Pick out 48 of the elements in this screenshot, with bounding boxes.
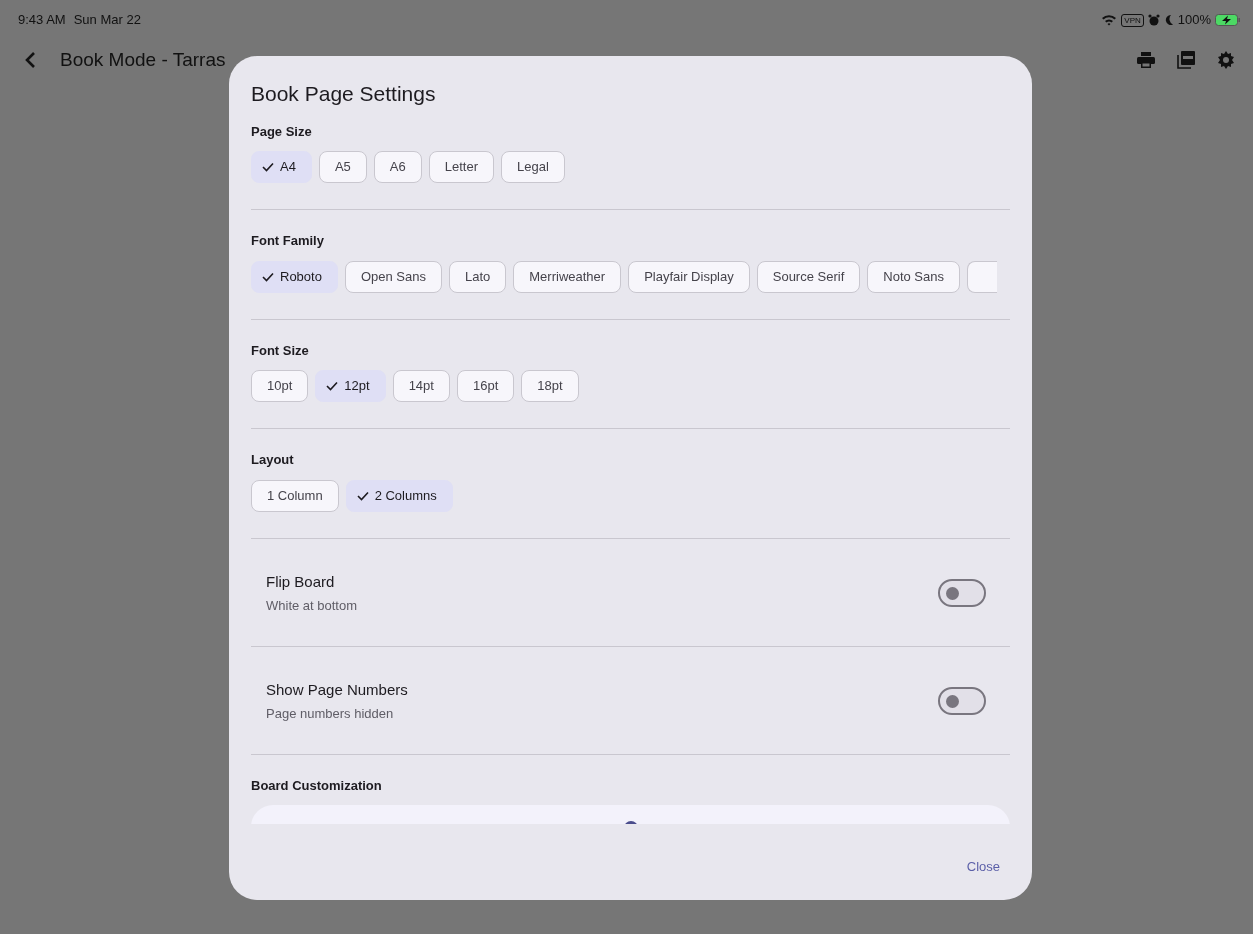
setting-label: Flip Board <box>266 571 336 592</box>
option-chip[interactable]: Noto Sans <box>867 260 960 293</box>
check-icon <box>262 162 274 172</box>
setting-subtitle: White at bottom <box>266 597 358 615</box>
battery-percent: 100% <box>1177 11 1211 30</box>
alarm-clock-icon <box>1147 14 1160 26</box>
section-heading: Page Size <box>251 122 313 141</box>
option-chip[interactable]: 1 Column <box>251 479 339 512</box>
section-heading: Board Customization <box>251 776 383 795</box>
option-chip[interactable]: Legal <box>500 151 565 183</box>
setting-label: Show Page Numbers <box>266 679 408 700</box>
pdf-file-icon[interactable] <box>1177 51 1195 69</box>
moon-icon <box>1163 14 1174 26</box>
option-chip[interactable]: A4 <box>251 151 312 183</box>
option-chip[interactable]: Letter <box>428 151 494 183</box>
option-chip[interactable]: 2 Columns <box>345 479 453 512</box>
dialog-title: Book Page Settings <box>250 81 437 107</box>
close-button[interactable]: Close <box>966 856 1000 876</box>
section-heading: Font Size <box>251 341 310 360</box>
status-time: 9:43 AM <box>18 11 66 30</box>
option-chip[interactable]: A5 <box>318 151 367 183</box>
print-icon[interactable] <box>1137 52 1155 68</box>
check-icon <box>356 490 369 501</box>
option-chip[interactable]: Roboto <box>251 260 338 293</box>
option-chip[interactable]: 18pt <box>521 370 579 402</box>
section-heading: Font Family <box>251 232 325 250</box>
option-chip[interactable]: Lato <box>448 260 507 293</box>
option-chip[interactable]: 10pt <box>251 370 309 402</box>
option-chip[interactable]: 16pt <box>456 370 515 402</box>
setting-subtitle: Page numbers hidden <box>266 705 395 723</box>
status-date: Sun Mar 22 <box>73 11 141 30</box>
toggle-switch[interactable] <box>938 687 986 715</box>
option-chip[interactable]: A6 <box>373 151 422 183</box>
option-chip[interactable]: Playfair Display <box>628 260 750 293</box>
section-heading: Layout <box>251 451 295 469</box>
app-title: Book Mode - Tarras <box>60 47 226 72</box>
back-icon[interactable] <box>24 51 36 69</box>
option-chip[interactable]: Merriweather <box>513 260 622 293</box>
vpn-indicator: VPN <box>1121 13 1144 27</box>
option-chip[interactable]: 12pt <box>315 370 386 402</box>
check-icon <box>262 271 274 282</box>
check-icon <box>326 381 339 391</box>
option-chip[interactable]: Source Serif <box>756 260 861 293</box>
option-chip[interactable]: 14pt <box>392 370 450 402</box>
toggle-switch[interactable] <box>938 579 986 607</box>
wifi-icon <box>1101 14 1118 26</box>
option-chip[interactable]: Open Sans <box>344 260 442 293</box>
settings-icon[interactable] <box>1217 51 1235 69</box>
